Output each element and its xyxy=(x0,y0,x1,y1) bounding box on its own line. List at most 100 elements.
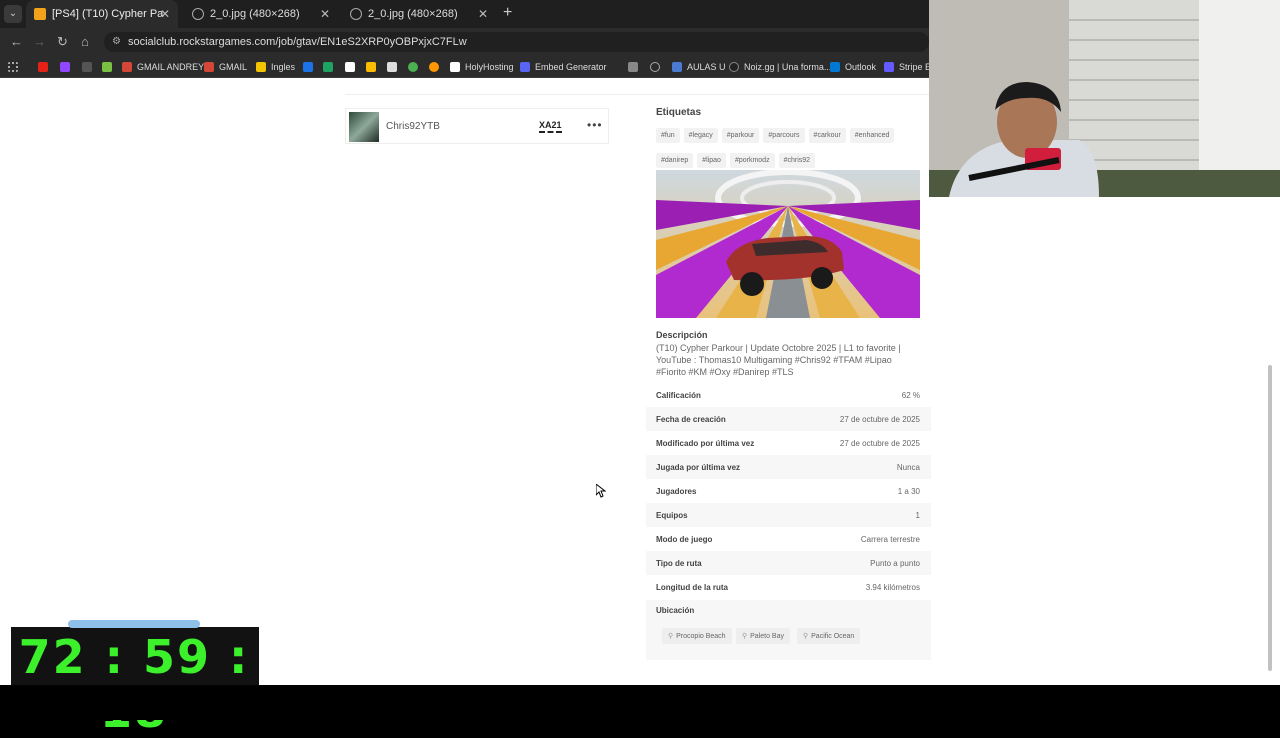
location-chip[interactable]: ⚲ Procopio Beach xyxy=(662,628,732,644)
back-arrow-icon[interactable]: ← xyxy=(10,34,23,49)
location-chip[interactable]: ⚲ Paleto Bay xyxy=(736,628,790,644)
detail-row-game-mode: Modo de juego Carrera terrestre xyxy=(646,527,931,551)
tab-cypher-parkour[interactable]: [PS4] (T10) Cypher Parkour (The... ✕ xyxy=(26,0,178,28)
description-heading: Descripción xyxy=(656,330,708,340)
forward-arrow-icon[interactable]: → xyxy=(33,34,46,49)
creator-card[interactable]: Chris92YTB XA21 ••• xyxy=(345,108,609,144)
bookmark-label: AULAS U xyxy=(687,62,726,72)
detail-value: 62 % xyxy=(901,391,920,400)
tag[interactable]: #parcours xyxy=(763,128,805,143)
detail-row-teams: Equipos 1 xyxy=(646,503,931,527)
bookmark-label: Embed Generator xyxy=(535,62,607,72)
tag[interactable]: #chris92 xyxy=(778,153,816,168)
description-text: (T10) Cypher Parkour | Update Octobre 20… xyxy=(656,343,901,377)
detail-value: 1 xyxy=(915,511,920,520)
detail-value: Nunca xyxy=(896,463,920,472)
tag[interactable]: #parkour xyxy=(721,128,760,143)
bottom-black-bar xyxy=(0,685,1280,720)
location-label: Paleto Bay xyxy=(750,633,784,640)
close-tab-icon[interactable]: ✕ xyxy=(478,7,488,21)
map-pin-icon: ⚲ xyxy=(803,633,809,640)
bookmark-holyhosting[interactable]: HolyHosting xyxy=(450,59,514,75)
tab-search-button[interactable]: ⌄ xyxy=(4,5,22,23)
creator-name[interactable]: Chris92YTB xyxy=(386,121,440,132)
globe-icon xyxy=(350,8,362,20)
new-tab-button[interactable]: + xyxy=(503,4,512,22)
bookmark-outlook[interactable]: Outlook xyxy=(830,59,876,75)
detail-label: Calificación xyxy=(656,391,701,400)
divider xyxy=(345,94,931,95)
crew-tag[interactable]: XA21 xyxy=(539,120,562,133)
home-icon[interactable]: ⌂ xyxy=(81,34,89,49)
globe-icon xyxy=(192,8,204,20)
location-block: Ubicación ⚲ Procopio Beach ⚲ Paleto Bay ⚲ P… xyxy=(646,600,931,660)
tab-strip: ⌄ [PS4] (T10) Cypher Parkour (The... ✕ 2… xyxy=(0,0,929,28)
location-chip[interactable]: ⚲ Pacific Ocean xyxy=(797,628,861,644)
detail-label: Longitud de la ruta xyxy=(656,583,728,592)
bookmark-gmail[interactable]: GMAIL xyxy=(204,59,247,75)
address-bar[interactable]: ⚙ socialclub.rockstargames.com/job/gtav/… xyxy=(104,32,929,52)
close-tab-icon[interactable]: ✕ xyxy=(320,7,330,21)
tag[interactable]: #porkmodz xyxy=(729,153,775,168)
detail-row-players: Jugadores 1 a 30 xyxy=(646,479,931,503)
tab-image-2[interactable]: 2_0.jpg (480×268) ✕ xyxy=(342,0,496,28)
tag[interactable]: #legacy xyxy=(683,128,718,143)
bookmark-v[interactable] xyxy=(102,59,117,75)
race-track-image xyxy=(656,170,920,318)
navigation-bar: ← → ↻ ⌂ ⚙ socialclub.rockstargames.com/j… xyxy=(0,28,929,56)
location-heading: Ubicación xyxy=(656,606,695,615)
detail-value: 1 a 30 xyxy=(897,487,920,496)
location-label: Pacific Ocean xyxy=(811,633,855,640)
tag[interactable]: #danirep xyxy=(656,153,694,168)
detail-label: Jugada por última vez xyxy=(656,463,741,472)
bookmark-orange[interactable] xyxy=(429,59,444,75)
more-options-icon[interactable]: ••• xyxy=(587,118,603,132)
timer-top-bar xyxy=(68,620,200,628)
bookmark-extension[interactable] xyxy=(628,59,643,75)
job-thumbnail[interactable] xyxy=(656,170,920,318)
tab-title: 2_0.jpg (480×268) xyxy=(210,8,300,20)
bookmark-green[interactable] xyxy=(408,59,423,75)
scrollbar-thumb[interactable] xyxy=(1268,365,1272,671)
close-tab-icon[interactable]: ✕ xyxy=(160,7,170,21)
bookmark-label: GMAIL ANDREY xyxy=(137,62,205,72)
tags-list: #fun #legacy #parkour #parcours #carkour #enh… xyxy=(656,124,926,174)
detail-row-rating: Calificación 62 % xyxy=(646,383,931,407)
creator-avatar[interactable] xyxy=(349,112,379,142)
tag[interactable]: #carkour xyxy=(808,128,846,143)
bookmark-drive[interactable] xyxy=(366,59,381,75)
detail-row-route-type: Tipo de ruta Punto a punto xyxy=(646,551,931,575)
url-text: socialclub.rockstargames.com/job/gtav/EN… xyxy=(128,36,467,48)
tag[interactable]: #fun xyxy=(656,128,680,143)
bookmark-label: HolyHosting xyxy=(465,62,514,72)
detail-label: Equipos xyxy=(656,511,688,520)
bookmark-ingles[interactable]: Ingles xyxy=(256,59,295,75)
reload-icon[interactable]: ↻ xyxy=(57,34,68,50)
detail-row-route-length: Longitud de la ruta 3.94 kilómetros xyxy=(646,575,931,599)
tag[interactable]: #enhanced xyxy=(849,128,895,143)
bookmark-s[interactable] xyxy=(82,59,97,75)
bookmark-sheets[interactable] xyxy=(323,59,338,75)
detail-value: Punto a punto xyxy=(870,559,920,568)
detail-label: Fecha de creación xyxy=(656,415,726,424)
detail-row-last-played: Jugada por última vez Nunca xyxy=(646,455,931,479)
bookmark-label: Noiz.gg | Una forma... xyxy=(744,62,832,72)
bookmark-paypal[interactable] xyxy=(303,59,318,75)
location-label: Procopio Beach xyxy=(676,633,726,640)
bookmark-noiz[interactable]: Noiz.gg | Una forma... xyxy=(729,59,831,75)
bookmark-blank[interactable] xyxy=(345,59,360,75)
bookmark-youtube[interactable] xyxy=(38,59,53,75)
tab-image-1[interactable]: 2_0.jpg (480×268) ✕ xyxy=(184,0,338,28)
bookmark-twitch[interactable] xyxy=(60,59,75,75)
bookmark-stripe[interactable]: Stripe Ex xyxy=(884,59,936,75)
bookmark-aulas-u[interactable]: AULAS U xyxy=(672,59,726,75)
bookmark-label: Outlook xyxy=(845,62,877,72)
bookmark-globe[interactable] xyxy=(650,59,665,75)
webcam-overlay xyxy=(929,0,1280,197)
bookmark-gmail-andrey[interactable]: GMAIL ANDREY xyxy=(122,59,204,75)
bookmark-embed-generator[interactable]: Embed Generator xyxy=(520,59,607,75)
site-info-icon[interactable]: ⚙ xyxy=(112,32,121,52)
apps-grid-icon[interactable] xyxy=(8,59,23,75)
bookmark-amazon[interactable] xyxy=(387,59,402,75)
tag[interactable]: #lipao xyxy=(697,153,726,168)
